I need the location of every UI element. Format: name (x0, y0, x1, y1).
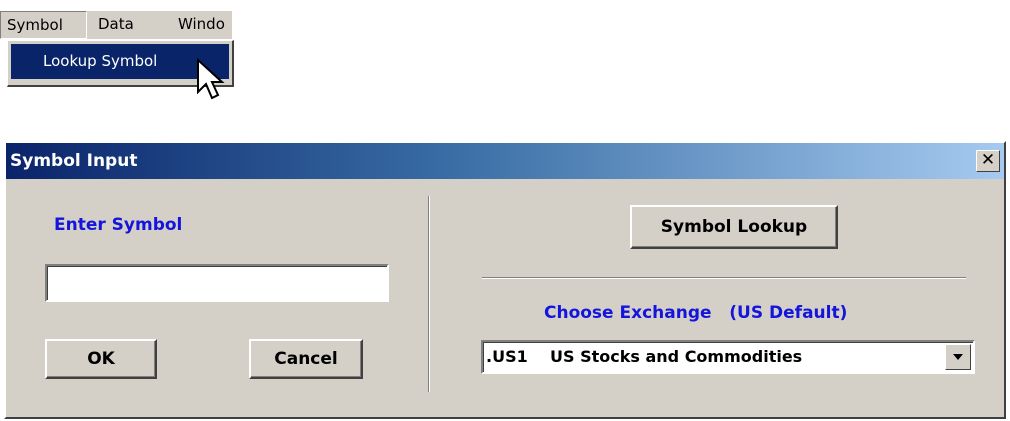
menu-bar: Symbol Data Windo (0, 11, 232, 39)
symbol-input-dialog: Symbol Input ✕ Enter Symbol OK Cancel Sy… (4, 141, 1006, 419)
choose-exchange-label: Choose Exchange (US Default) (544, 303, 848, 323)
ok-button[interactable]: OK (45, 339, 157, 379)
dialog-titlebar[interactable]: Symbol Input ✕ (6, 143, 1004, 179)
vertical-divider (428, 196, 430, 392)
exchange-selected-value: .US1 US Stocks and Commodities (486, 347, 803, 366)
menu-window[interactable]: Windo (178, 11, 225, 39)
horizontal-divider (482, 277, 966, 279)
dialog-title: Symbol Input (10, 151, 138, 171)
close-button[interactable]: ✕ (976, 150, 1000, 172)
mouse-pointer-icon (197, 58, 225, 100)
exchange-select[interactable]: .US1 US Stocks and Commodities (481, 340, 975, 374)
enter-symbol-label: Enter Symbol (54, 215, 183, 235)
cancel-button[interactable]: Cancel (249, 339, 363, 379)
symbol-lookup-button[interactable]: Symbol Lookup (630, 205, 838, 249)
symbol-input[interactable] (45, 264, 389, 302)
exchange-dropdown-button[interactable] (945, 344, 971, 370)
chevron-down-icon (953, 354, 963, 360)
menu-symbol[interactable]: Symbol (0, 11, 87, 39)
menu-data[interactable]: Data (98, 11, 134, 39)
close-icon: ✕ (980, 150, 996, 170)
